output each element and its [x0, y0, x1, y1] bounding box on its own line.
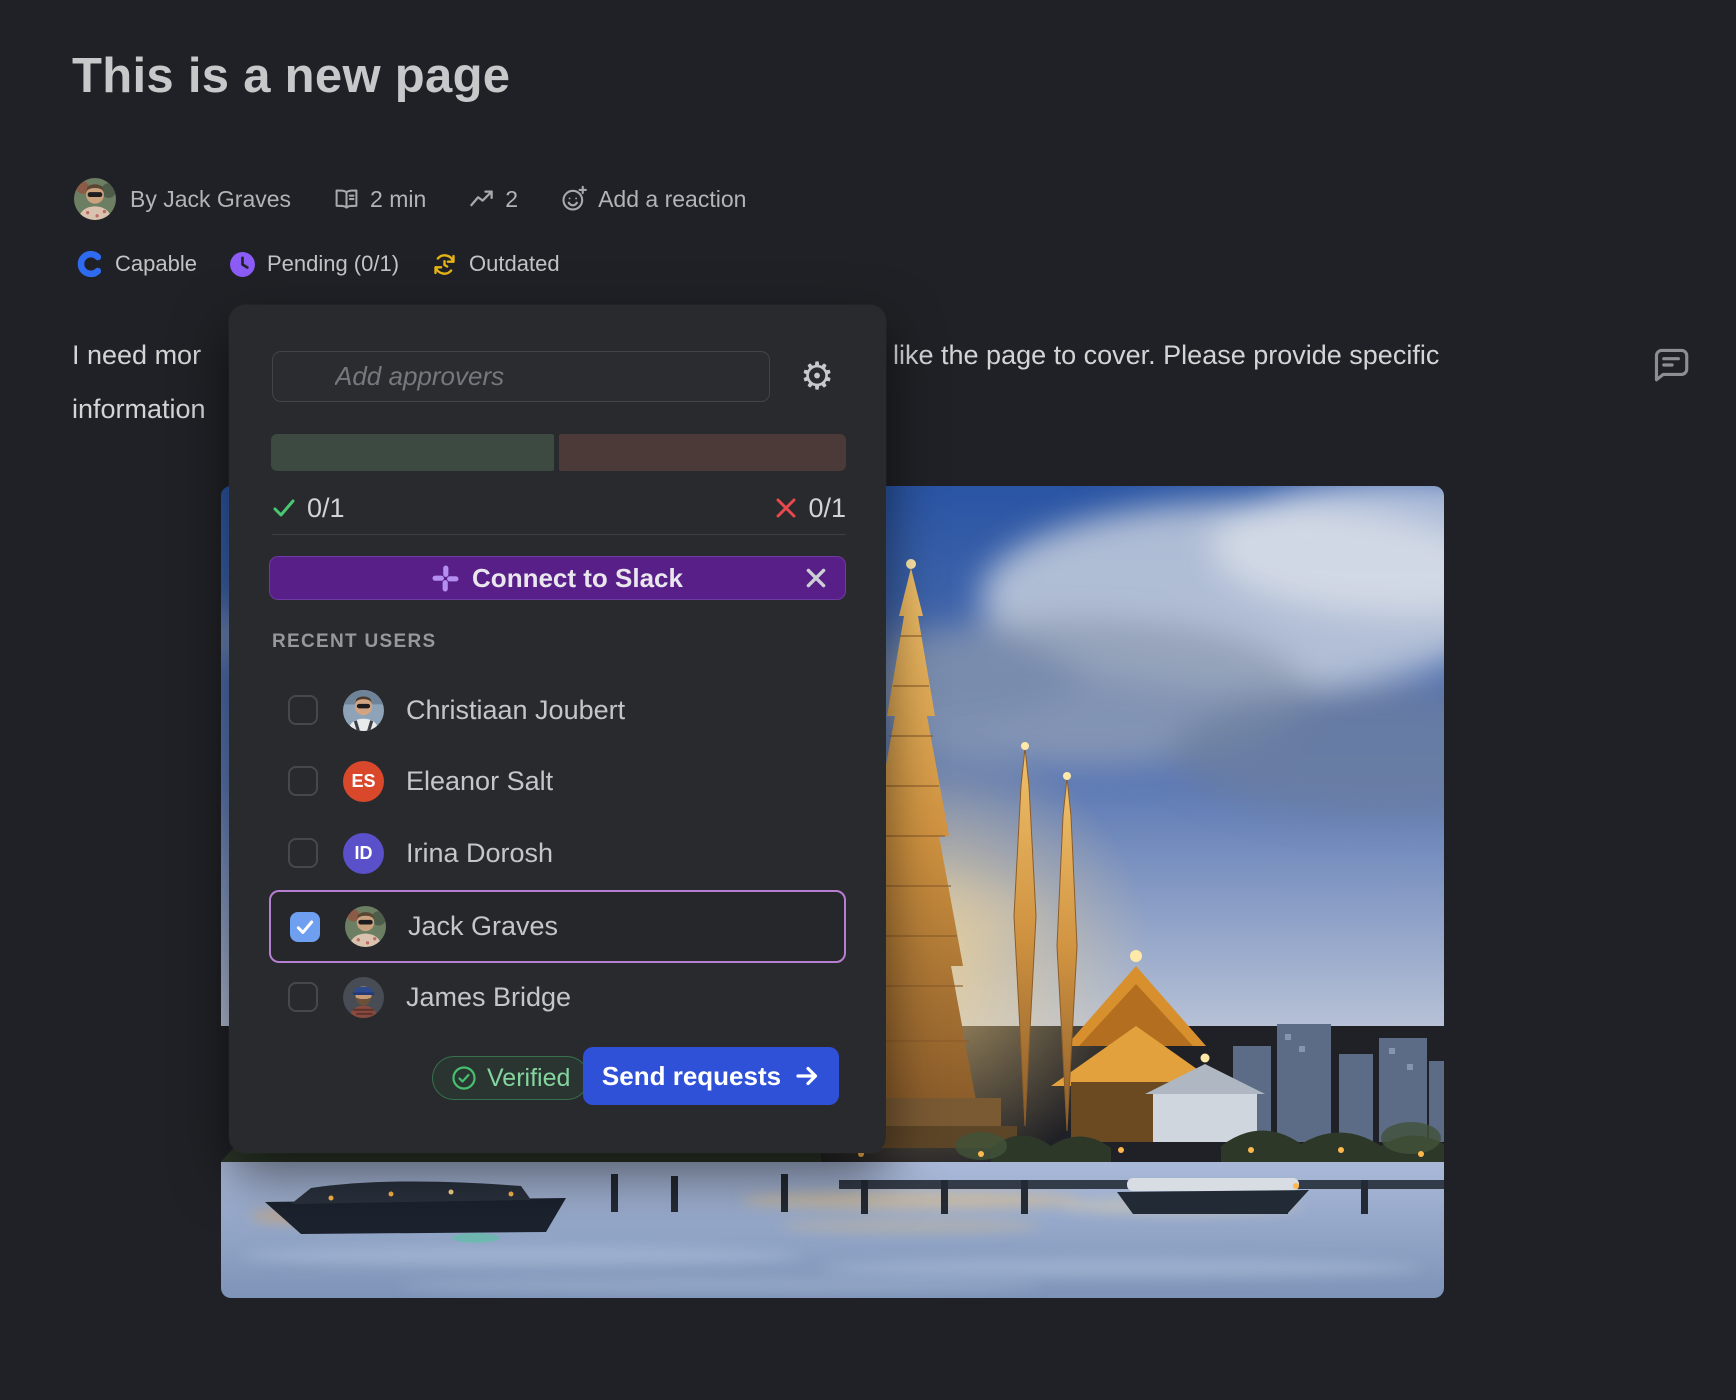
reject-progress-bar — [559, 434, 846, 471]
approvers-popover: ⚙ 0/1 0/1 — [229, 305, 886, 1153]
user-checkbox[interactable] — [288, 838, 318, 868]
comment-bubble-icon[interactable] — [1645, 341, 1693, 389]
approve-progress-bar — [271, 434, 554, 471]
outdated-refresh-icon — [431, 251, 458, 278]
user-name: Jack Graves — [408, 911, 558, 942]
pending-clock-icon — [229, 251, 256, 278]
views: 2 — [468, 186, 518, 213]
user-avatar — [343, 690, 384, 731]
user-row-james[interactable]: James Bridge — [269, 969, 846, 1025]
book-open-icon — [333, 186, 360, 213]
user-name: Irina Dorosh — [406, 838, 553, 869]
badge-pending[interactable]: Pending (0/1) — [229, 251, 399, 278]
add-reaction-icon — [560, 185, 588, 213]
user-name: Christiaan Joubert — [406, 695, 625, 726]
views-count: 2 — [505, 186, 518, 213]
user-row-irina[interactable]: ID Irina Dorosh — [269, 825, 846, 881]
badge-capable-label: Capable — [115, 251, 197, 277]
user-name: Eleanor Salt — [406, 766, 553, 797]
slack-logo-icon — [432, 565, 459, 592]
page: This is a new page By Jack Graves 2 min — [0, 0, 1736, 1400]
add-reaction[interactable]: Add a reaction — [560, 185, 746, 213]
reject-count: 0/1 — [808, 493, 846, 524]
paragraph-line2: information — [72, 394, 206, 425]
paragraph-line1-left: I need mor — [72, 340, 201, 371]
divider — [272, 534, 846, 535]
verified-label: Verified — [487, 1064, 570, 1093]
add-reaction-label: Add a reaction — [598, 186, 746, 213]
author-avatar — [74, 178, 116, 220]
user-checkbox[interactable] — [288, 982, 318, 1012]
verified-badge: Verified — [432, 1056, 589, 1100]
send-requests-button[interactable]: Send requests — [583, 1047, 839, 1105]
user-name: James Bridge — [406, 982, 571, 1013]
approval-counts: 0/1 0/1 — [271, 491, 846, 525]
recent-users-label: RECENT USERS — [272, 631, 436, 653]
user-row-christiaan[interactable]: Christiaan Joubert — [269, 682, 846, 738]
send-requests-label: Send requests — [602, 1061, 781, 1092]
user-checkbox-checked[interactable] — [290, 912, 320, 942]
reject-x-icon — [774, 496, 798, 520]
verified-check-icon — [451, 1065, 477, 1091]
read-time: 2 min — [333, 186, 426, 213]
user-initials: ES — [343, 761, 384, 802]
paragraph-line1-right: like the page to cover. Please provide s… — [893, 340, 1439, 371]
user-row-jack[interactable]: Jack Graves — [269, 890, 846, 963]
badge-capable[interactable]: Capable — [76, 250, 197, 278]
badge-pending-label: Pending (0/1) — [267, 251, 399, 277]
avatar-jack-graphic — [74, 178, 116, 220]
approve-check-icon — [271, 495, 297, 521]
user-checkbox[interactable] — [288, 695, 318, 725]
close-icon[interactable] — [801, 563, 831, 593]
connect-slack-label: Connect to Slack — [472, 563, 683, 594]
user-avatar: ES — [343, 761, 384, 802]
arrow-right-icon — [794, 1063, 820, 1089]
settings-gear-icon[interactable]: ⚙ — [793, 352, 841, 400]
trending-up-icon — [468, 186, 495, 213]
page-title: This is a new page — [72, 48, 510, 104]
user-avatar: ID — [343, 833, 384, 874]
byline: By Jack Graves 2 min 2 — [74, 176, 746, 222]
user-avatar — [345, 906, 386, 947]
capable-logo-icon — [76, 250, 104, 278]
badge-outdated[interactable]: Outdated — [431, 251, 560, 278]
status-badges: Capable Pending (0/1) Outda — [76, 244, 574, 284]
approve-count: 0/1 — [307, 493, 345, 524]
user-initials: ID — [343, 833, 384, 874]
badge-outdated-label: Outdated — [469, 251, 560, 277]
add-approvers-input[interactable] — [272, 351, 770, 402]
user-avatar — [343, 977, 384, 1018]
user-checkbox[interactable] — [288, 766, 318, 796]
byline-author: By Jack Graves — [130, 186, 291, 213]
connect-slack-button[interactable]: Connect to Slack — [269, 556, 846, 600]
read-time-label: 2 min — [370, 186, 426, 213]
user-row-eleanor[interactable]: ES Eleanor Salt — [269, 753, 846, 809]
